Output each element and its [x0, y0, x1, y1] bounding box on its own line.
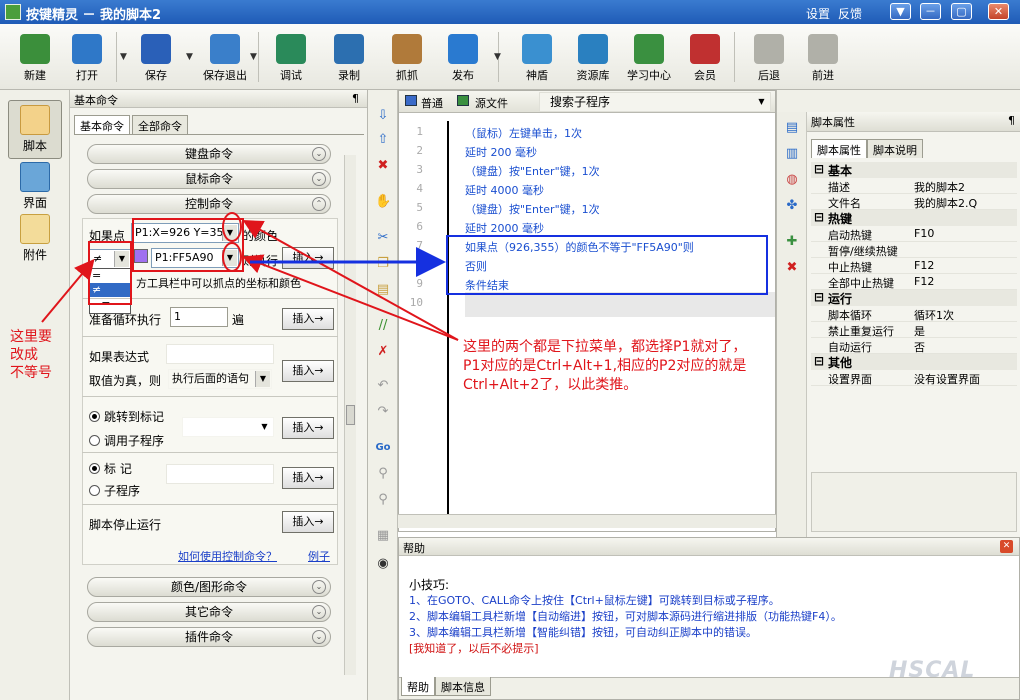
note-line: 改成: [10, 347, 38, 363]
note-line: 这里的两个都是下拉菜单，都选择P1就对了，: [463, 339, 747, 355]
note-line: 这里要: [10, 329, 52, 345]
annotation-right-note: 这里的两个都是下拉菜单，都选择P1就对了， P1对应的是Ctrl+Alt+1,相…: [463, 338, 746, 395]
note-line: P1对应的是Ctrl+Alt+1,相应的P2对应的就是: [463, 358, 747, 374]
note-line: Ctrl+Alt+2了，以此类推。: [463, 377, 638, 393]
note-line: 不等号: [10, 365, 52, 381]
annotation-left-note: 这里要 改成 不等号: [10, 328, 52, 382]
